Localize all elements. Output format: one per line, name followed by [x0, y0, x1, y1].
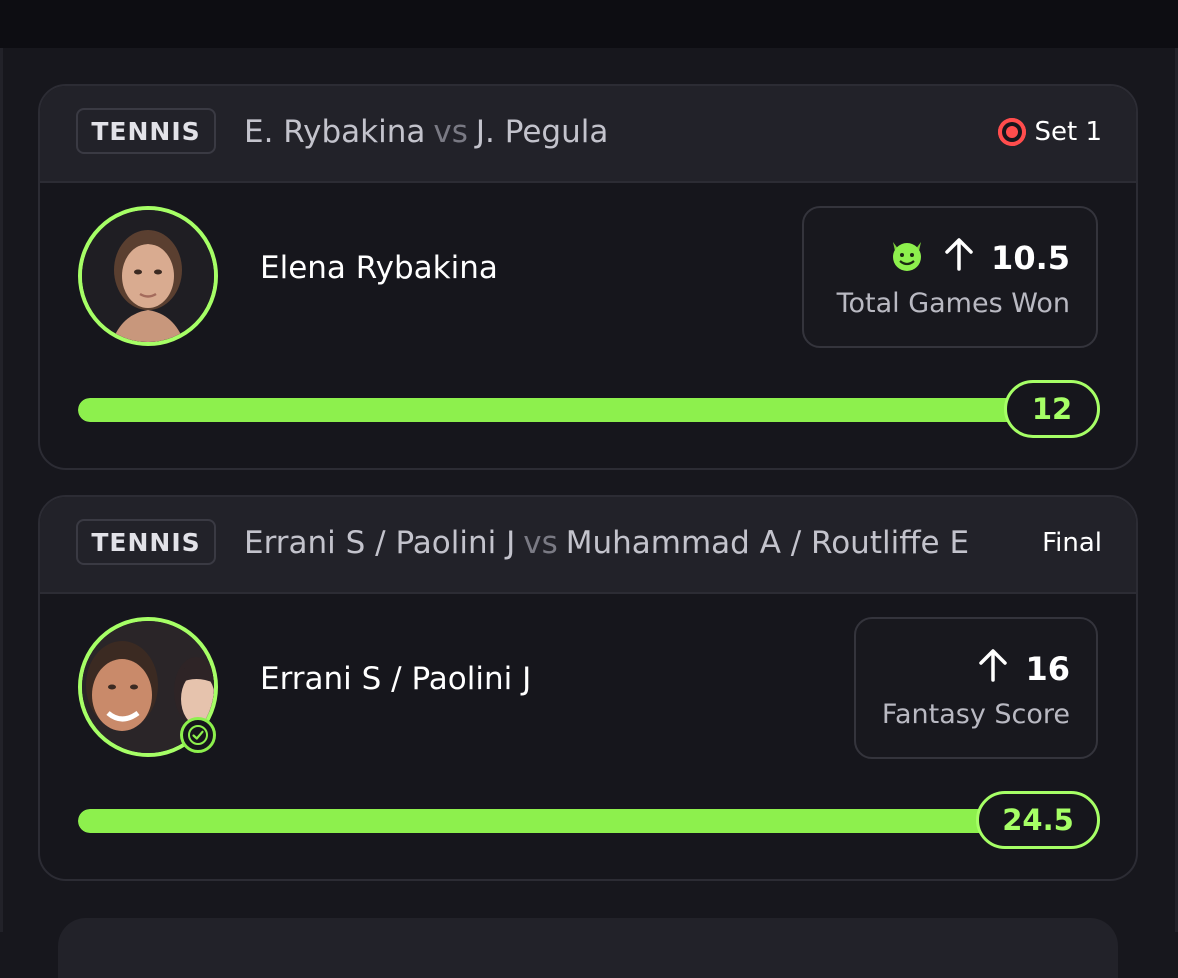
progress-bar: [78, 398, 1040, 422]
stat-line-box[interactable]: 16 Fantasy Score: [854, 617, 1098, 759]
live-indicator-icon: [998, 118, 1027, 146]
sport-tag: TENNIS: [76, 519, 216, 565]
stat-line-box[interactable]: 10.5 Total Games Won: [802, 206, 1098, 348]
stat-line-value: 16: [1025, 650, 1070, 688]
progress-fill: [78, 398, 1040, 422]
current-value-badge: 24.5: [976, 791, 1100, 849]
left-edge: [0, 48, 3, 932]
status-label: Set 1: [1034, 117, 1102, 147]
stat-label: Fantasy Score: [881, 699, 1070, 730]
arrow-up-icon: [977, 648, 1009, 690]
stat-label: Total Games Won: [836, 288, 1070, 319]
pick-card[interactable]: TENNIS E. Rybakina vs J. Pegula Set 1 El…: [38, 84, 1138, 470]
matchup-vs: vs: [523, 525, 558, 561]
player-photo: [82, 210, 214, 342]
devil-emoji-icon: [887, 234, 927, 282]
progress-bar: [78, 809, 1040, 833]
sport-tag: TENNIS: [76, 108, 216, 154]
stat-line-value: 10.5: [991, 239, 1070, 277]
matchup-team-left: E. Rybakina: [244, 114, 426, 150]
next-card-header: [58, 918, 1118, 978]
progress-fill: [78, 809, 1040, 833]
top-bar: [0, 0, 1178, 48]
stat-line: 16: [977, 647, 1070, 691]
card-header: TENNIS Errani S / Paolini J vs Muhammad …: [40, 497, 1136, 594]
status-label: Final: [1042, 528, 1102, 558]
player-avatar: [78, 206, 218, 346]
game-status: Final: [1042, 521, 1102, 565]
card-header: TENNIS E. Rybakina vs J. Pegula Set 1: [40, 86, 1136, 183]
player-name: Errani S / Paolini J: [260, 661, 532, 697]
stat-line: 10.5: [887, 236, 1070, 280]
checkmark-icon: [180, 717, 216, 753]
matchup-title: E. Rybakina vs J. Pegula: [244, 110, 608, 154]
game-status: Set 1: [998, 110, 1102, 154]
player-name: Elena Rybakina: [260, 250, 498, 286]
matchup-team-right: Muhammad A / Routliffe E: [565, 525, 970, 561]
current-value-badge: 12: [1004, 380, 1100, 438]
matchup-team-right: J. Pegula: [475, 114, 609, 150]
arrow-up-icon: [943, 237, 975, 279]
matchup-team-left: Errani S / Paolini J: [244, 525, 516, 561]
pick-card[interactable]: TENNIS Errani S / Paolini J vs Muhammad …: [38, 495, 1138, 881]
matchup-title: Errani S / Paolini J vs Muhammad A / Rou…: [244, 521, 969, 565]
matchup-vs: vs: [433, 114, 468, 150]
